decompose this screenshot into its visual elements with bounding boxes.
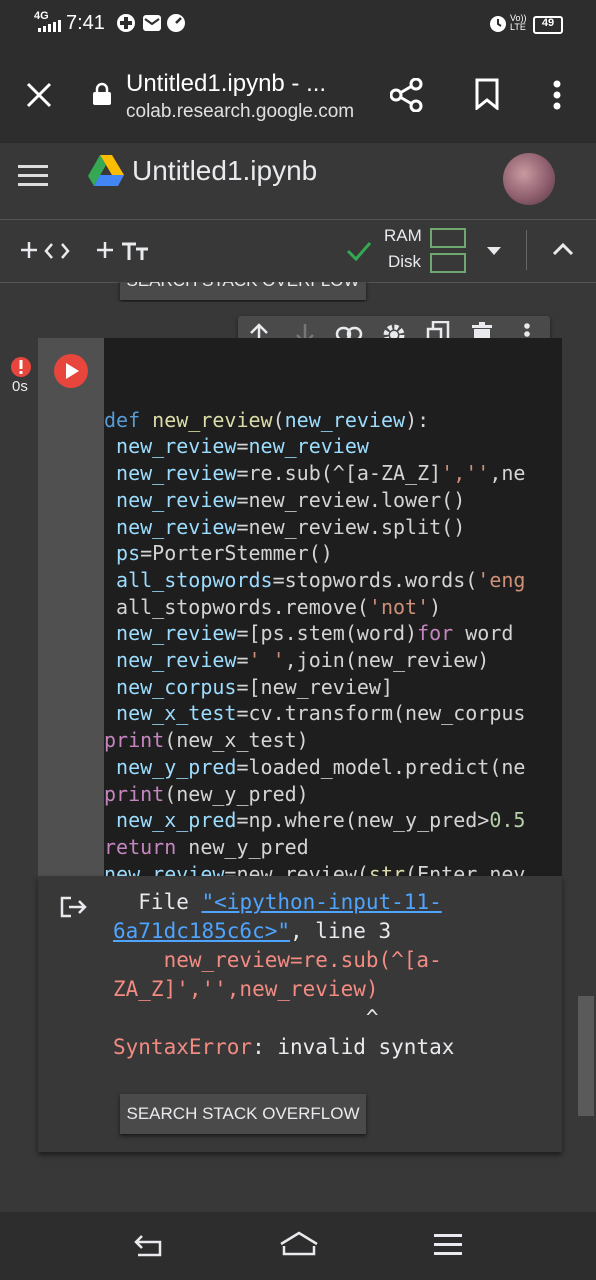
file-link-cont[interactable]: 6a71dc185c6c>" bbox=[113, 919, 290, 943]
search-stack-overflow-button[interactable]: SEARCH STACK OVERFLOW bbox=[120, 1094, 366, 1134]
error-icon bbox=[11, 357, 31, 377]
clear-output-icon[interactable] bbox=[60, 896, 88, 918]
code-content: def new_review(new_review): new_review=n… bbox=[104, 380, 525, 876]
code-line: new_review=new_review(str(Enter nev bbox=[104, 861, 526, 876]
battery-level: 49 bbox=[541, 17, 555, 29]
cell-gutter bbox=[38, 338, 104, 876]
code-line: def new_review(new_review): bbox=[104, 407, 430, 432]
cell-output: File "<ipython-input-11- 6a71dc185c6c>",… bbox=[38, 876, 562, 1152]
page-title[interactable]: Untitled1.ipynb - ... bbox=[126, 70, 326, 98]
code-line: new_review=re.sub(^[a-ZA_Z]','',ne bbox=[104, 461, 526, 486]
battery-icon: 49 bbox=[533, 16, 563, 34]
bookmark-icon[interactable] bbox=[474, 78, 500, 110]
home-icon[interactable] bbox=[278, 1230, 320, 1258]
avatar[interactable] bbox=[503, 153, 555, 205]
menu-icon[interactable] bbox=[18, 165, 48, 187]
back-icon[interactable] bbox=[134, 1232, 164, 1258]
error-type: SyntaxError bbox=[113, 1035, 253, 1059]
code-line: new_x_pred=np.where(new_y_pred>0.5 bbox=[104, 808, 526, 833]
check-icon bbox=[346, 242, 372, 262]
error-code-line-1: new_review=re.sub(^[a- bbox=[113, 948, 442, 972]
traceback-text: File "<ipython-input-11- bbox=[113, 888, 442, 917]
error-message: SyntaxError: invalid syntax bbox=[113, 1033, 454, 1062]
error-detail: : invalid syntax bbox=[252, 1035, 455, 1059]
search-stack-overflow-button-prev[interactable]: SEARCH STACK OVERFLOW bbox=[120, 282, 366, 300]
close-icon[interactable] bbox=[26, 82, 52, 108]
add-text-icon[interactable] bbox=[96, 240, 150, 262]
code-line: print(new_y_pred) bbox=[104, 781, 309, 806]
collapse-icon[interactable] bbox=[552, 242, 574, 256]
notebook-toolbar: RAM Disk bbox=[0, 219, 596, 283]
file-link[interactable]: "<ipython-input-11- bbox=[202, 890, 442, 914]
signal-icon bbox=[38, 20, 61, 32]
scrollbar-thumb[interactable] bbox=[578, 996, 594, 1116]
add-code-icon[interactable] bbox=[20, 240, 74, 262]
code-line: all_stopwords.remove('not') bbox=[104, 594, 442, 619]
code-line: new_x_test=cv.transform(new_corpus bbox=[104, 701, 526, 726]
divider bbox=[526, 230, 527, 270]
drive-logo-icon bbox=[88, 155, 124, 186]
notebook-title[interactable]: Untitled1.ipynb bbox=[132, 155, 317, 187]
code-line: new_review=[ps.stem(word)for word bbox=[104, 621, 526, 646]
code-line: new_review=new_review bbox=[104, 434, 369, 459]
ram-meter[interactable] bbox=[430, 228, 466, 248]
code-line: new_y_pred=loaded_model.predict(ne bbox=[104, 754, 526, 779]
line-number: , line 3 bbox=[290, 919, 392, 943]
play-icon bbox=[66, 363, 79, 379]
browser-toolbar: Untitled1.ipynb - ... colab.research.goo… bbox=[0, 46, 596, 142]
run-button[interactable] bbox=[54, 354, 88, 388]
alarm-icon bbox=[490, 16, 506, 32]
disk-label: Disk bbox=[388, 252, 422, 271]
code-line: new_corpus=[new_review] bbox=[104, 674, 393, 699]
share-icon[interactable] bbox=[390, 78, 424, 112]
lock-icon bbox=[93, 82, 111, 105]
code-line: new_review=new_review.lower() bbox=[104, 487, 466, 512]
more-vert-icon[interactable] bbox=[552, 80, 562, 110]
status-bar: 4G 7:41 Vo)) LTE 49 bbox=[0, 0, 596, 46]
code-line: ps=PorterStemmer() bbox=[104, 541, 333, 566]
code-line: print(new_x_test) bbox=[104, 728, 309, 753]
error-code-line-2: ZA_Z]','',new_review) bbox=[113, 977, 379, 1001]
file-prefix: File bbox=[113, 890, 202, 914]
exec-time: 0s bbox=[12, 378, 28, 395]
dropdown-icon[interactable] bbox=[486, 246, 502, 256]
code-line: new_review=' ',join(new_review) bbox=[104, 648, 490, 673]
code-line: return new_y_pred bbox=[104, 834, 309, 859]
game-icon bbox=[117, 14, 135, 32]
code-editor[interactable]: def new_review(new_review): new_review=n… bbox=[104, 338, 562, 876]
url-text[interactable]: colab.research.google.com bbox=[126, 101, 354, 123]
traceback-line-2: 6a71dc185c6c>", line 3 bbox=[113, 917, 391, 946]
prev-output-clip: SEARCH STACK OVERFLOW bbox=[0, 282, 596, 302]
error-caret: ^ bbox=[113, 1006, 379, 1030]
code-line: new_review=new_review.split() bbox=[104, 514, 466, 539]
android-nav-bar bbox=[0, 1212, 596, 1280]
recents-icon[interactable] bbox=[434, 1234, 462, 1256]
mail-icon bbox=[143, 15, 161, 31]
code-line: all_stopwords=stopwords.words('eng bbox=[104, 567, 526, 592]
volte-indicator: Vo)) LTE bbox=[510, 13, 527, 32]
clock: 7:41 bbox=[66, 12, 105, 34]
gauge-icon bbox=[167, 14, 185, 32]
ram-label: RAM bbox=[384, 226, 422, 245]
disk-meter[interactable] bbox=[430, 253, 466, 273]
colab-header: Untitled1.ipynb bbox=[0, 142, 596, 219]
